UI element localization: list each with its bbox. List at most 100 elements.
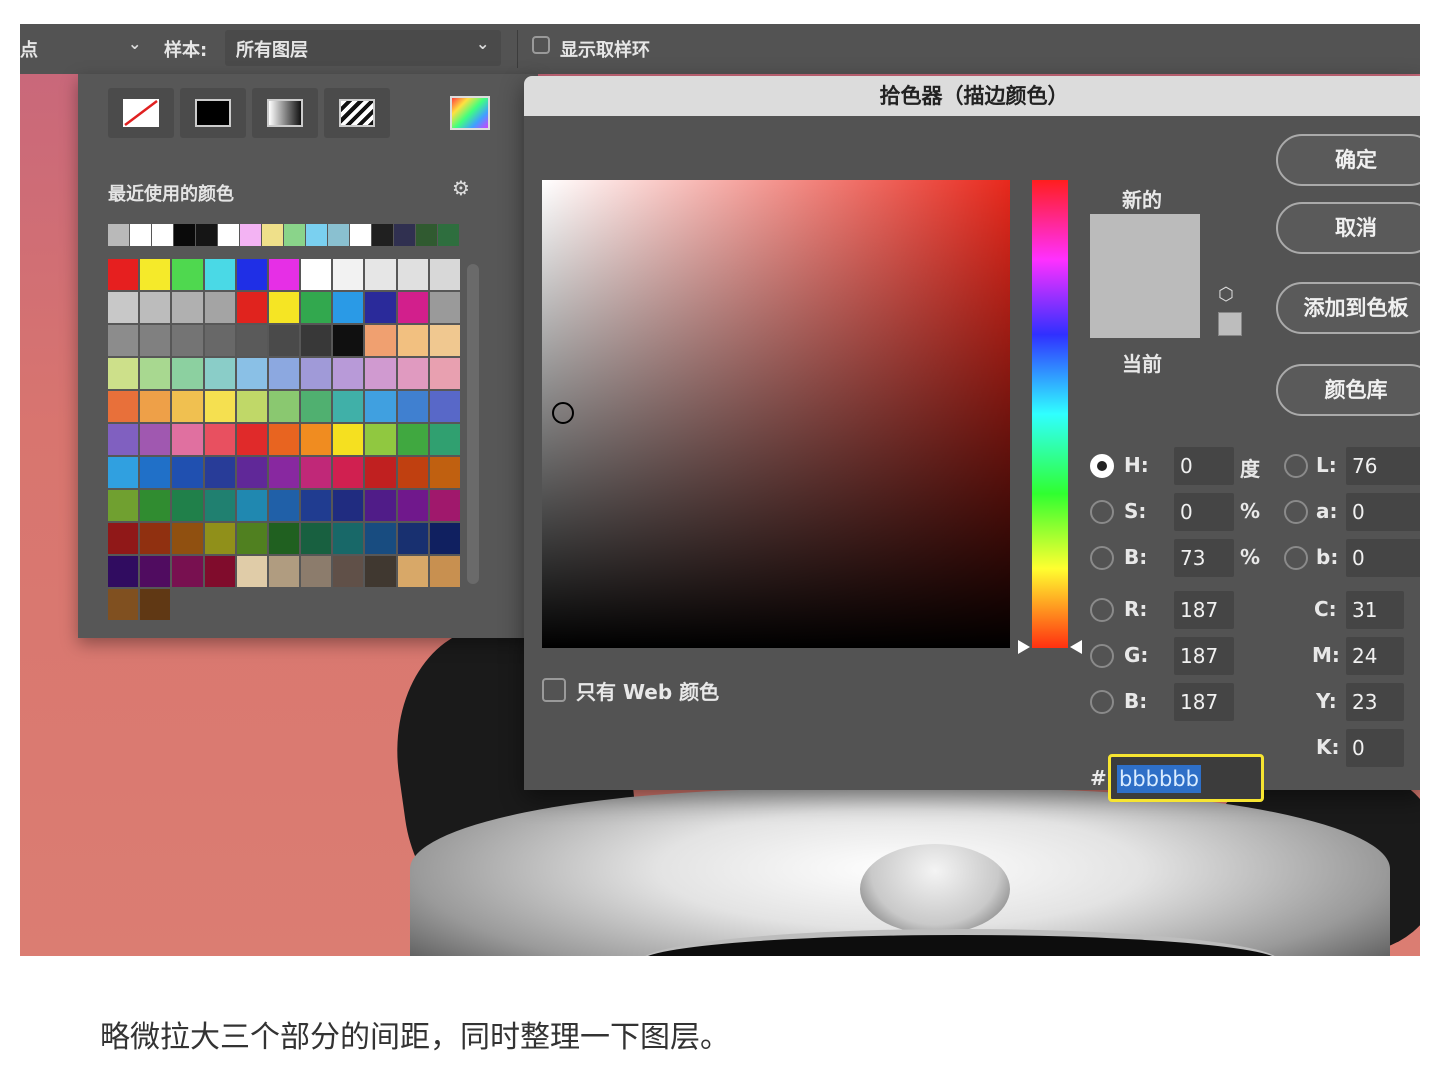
show-ring-checkbox[interactable] <box>532 36 550 54</box>
swatch[interactable] <box>397 490 428 521</box>
recent-swatch[interactable] <box>416 224 438 246</box>
swatch[interactable] <box>301 556 332 587</box>
g-input[interactable]: 187 <box>1174 637 1234 675</box>
radio-blue[interactable] <box>1090 690 1114 714</box>
a-input[interactable]: 0 <box>1346 493 1420 531</box>
swatch[interactable] <box>397 325 428 356</box>
radio-l[interactable] <box>1284 454 1308 478</box>
hue-slider-right-arrow-icon[interactable] <box>1070 640 1082 654</box>
swatch[interactable] <box>333 490 364 521</box>
swatch[interactable] <box>429 457 460 488</box>
swatch[interactable] <box>140 589 171 620</box>
swatch[interactable] <box>204 523 235 554</box>
swatch[interactable] <box>268 490 300 521</box>
ok-button[interactable]: 确定 <box>1276 134 1420 186</box>
swatch[interactable] <box>204 490 235 521</box>
recent-swatch[interactable] <box>328 224 350 246</box>
color-field-cursor[interactable] <box>552 402 574 424</box>
swatch[interactable] <box>397 424 428 455</box>
swatch[interactable] <box>333 391 364 422</box>
chevron-down-icon[interactable]: ⌄ <box>128 34 141 53</box>
swatch[interactable] <box>108 358 139 389</box>
s-input[interactable]: 0 <box>1174 493 1234 531</box>
swatch[interactable] <box>172 325 203 356</box>
swatch[interactable] <box>204 325 235 356</box>
swatch[interactable] <box>365 358 396 389</box>
radio-g[interactable] <box>1090 644 1114 668</box>
swatch[interactable] <box>365 457 396 488</box>
swatch[interactable] <box>301 292 332 323</box>
swatch[interactable] <box>236 259 267 290</box>
swatch[interactable] <box>236 424 267 455</box>
swatch[interactable] <box>365 424 396 455</box>
b-input[interactable]: 73 <box>1174 539 1234 577</box>
recent-swatch[interactable] <box>394 224 416 246</box>
swatch[interactable] <box>172 358 203 389</box>
swatch[interactable] <box>268 358 300 389</box>
swatch[interactable] <box>365 259 396 290</box>
swatch[interactable] <box>236 457 267 488</box>
radio-h[interactable] <box>1090 454 1114 478</box>
swatch[interactable] <box>333 424 364 455</box>
lab-b-input[interactable]: 0 <box>1346 539 1420 577</box>
swatch[interactable] <box>333 292 364 323</box>
swatch[interactable] <box>333 523 364 554</box>
color-picker-icon[interactable] <box>450 96 490 130</box>
web-safe-color-icon[interactable] <box>1218 312 1242 336</box>
swatch[interactable] <box>333 556 364 587</box>
radio-lab-b[interactable] <box>1284 546 1308 570</box>
swatch[interactable] <box>365 490 396 521</box>
swatch[interactable] <box>397 358 428 389</box>
stroke-gradient-button[interactable] <box>252 88 318 138</box>
swatch[interactable] <box>333 259 364 290</box>
swatch[interactable] <box>172 457 203 488</box>
swatch[interactable] <box>268 259 300 290</box>
swatch[interactable] <box>301 490 332 521</box>
swatch[interactable] <box>108 556 139 587</box>
h-input[interactable]: 0 <box>1174 447 1234 485</box>
swatch[interactable] <box>236 292 267 323</box>
swatch[interactable] <box>204 292 235 323</box>
swatch[interactable] <box>140 490 171 521</box>
swatch[interactable] <box>172 424 203 455</box>
swatch[interactable] <box>268 523 300 554</box>
swatch[interactable] <box>397 292 428 323</box>
swatch[interactable] <box>429 292 460 323</box>
swatch[interactable] <box>397 259 428 290</box>
recent-swatch[interactable] <box>130 224 152 246</box>
hue-slider-left-arrow-icon[interactable] <box>1018 640 1030 654</box>
m-input[interactable]: 24 <box>1346 637 1404 675</box>
swatch-scrollbar[interactable] <box>467 264 479 584</box>
swatch[interactable] <box>172 523 203 554</box>
swatch[interactable] <box>172 490 203 521</box>
swatch[interactable] <box>108 424 139 455</box>
swatch[interactable] <box>365 292 396 323</box>
swatch[interactable] <box>429 490 460 521</box>
recent-swatch[interactable] <box>284 224 306 246</box>
swatch[interactable] <box>140 424 171 455</box>
swatch[interactable] <box>140 259 171 290</box>
radio-a[interactable] <box>1284 500 1308 524</box>
swatch[interactable] <box>236 325 267 356</box>
swatch[interactable] <box>108 259 139 290</box>
stroke-solid-button[interactable] <box>180 88 246 138</box>
swatch[interactable] <box>172 391 203 422</box>
swatch[interactable] <box>397 556 428 587</box>
swatch[interactable] <box>397 457 428 488</box>
swatch[interactable] <box>429 556 460 587</box>
hue-slider[interactable] <box>1032 180 1068 648</box>
swatch[interactable] <box>108 589 139 620</box>
swatch[interactable] <box>108 457 139 488</box>
swatch[interactable] <box>301 325 332 356</box>
swatch[interactable] <box>397 523 428 554</box>
swatch[interactable] <box>301 457 332 488</box>
swatch[interactable] <box>268 457 300 488</box>
swatch[interactable] <box>301 424 332 455</box>
swatch[interactable] <box>333 325 364 356</box>
radio-s[interactable] <box>1090 500 1114 524</box>
swatch[interactable] <box>172 259 203 290</box>
swatch[interactable] <box>365 325 396 356</box>
stroke-none-button[interactable] <box>108 88 174 138</box>
swatch[interactable] <box>365 556 396 587</box>
web-only-checkbox[interactable] <box>542 678 566 702</box>
